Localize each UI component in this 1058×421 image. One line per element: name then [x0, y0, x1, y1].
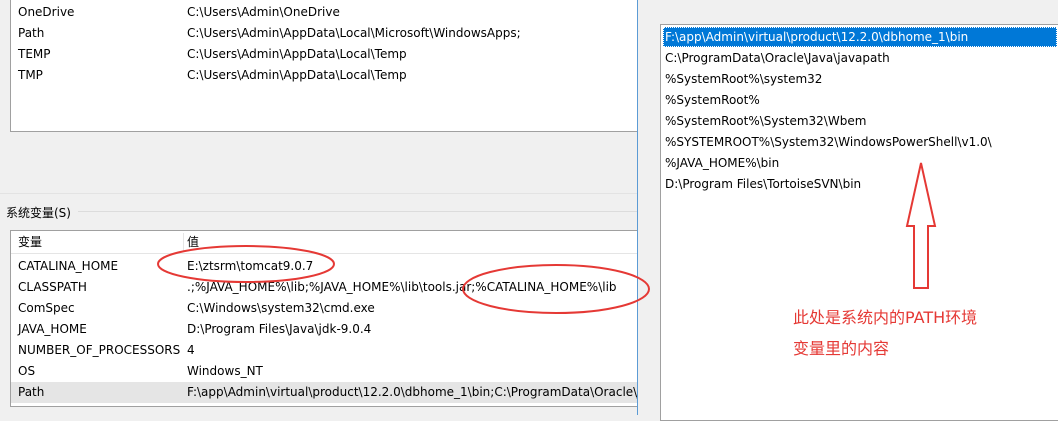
highlight-ellipse-classpath	[462, 264, 650, 314]
annotation-line-1: 此处是系统内的PATH环境	[793, 308, 978, 327]
annotation-line-2: 变量里的内容	[793, 339, 890, 358]
up-arrow-icon	[905, 162, 937, 289]
highlight-ellipse-catalina	[157, 245, 335, 283]
annotation-text: 此处是系统内的PATH环境 变量里的内容	[793, 302, 1053, 364]
